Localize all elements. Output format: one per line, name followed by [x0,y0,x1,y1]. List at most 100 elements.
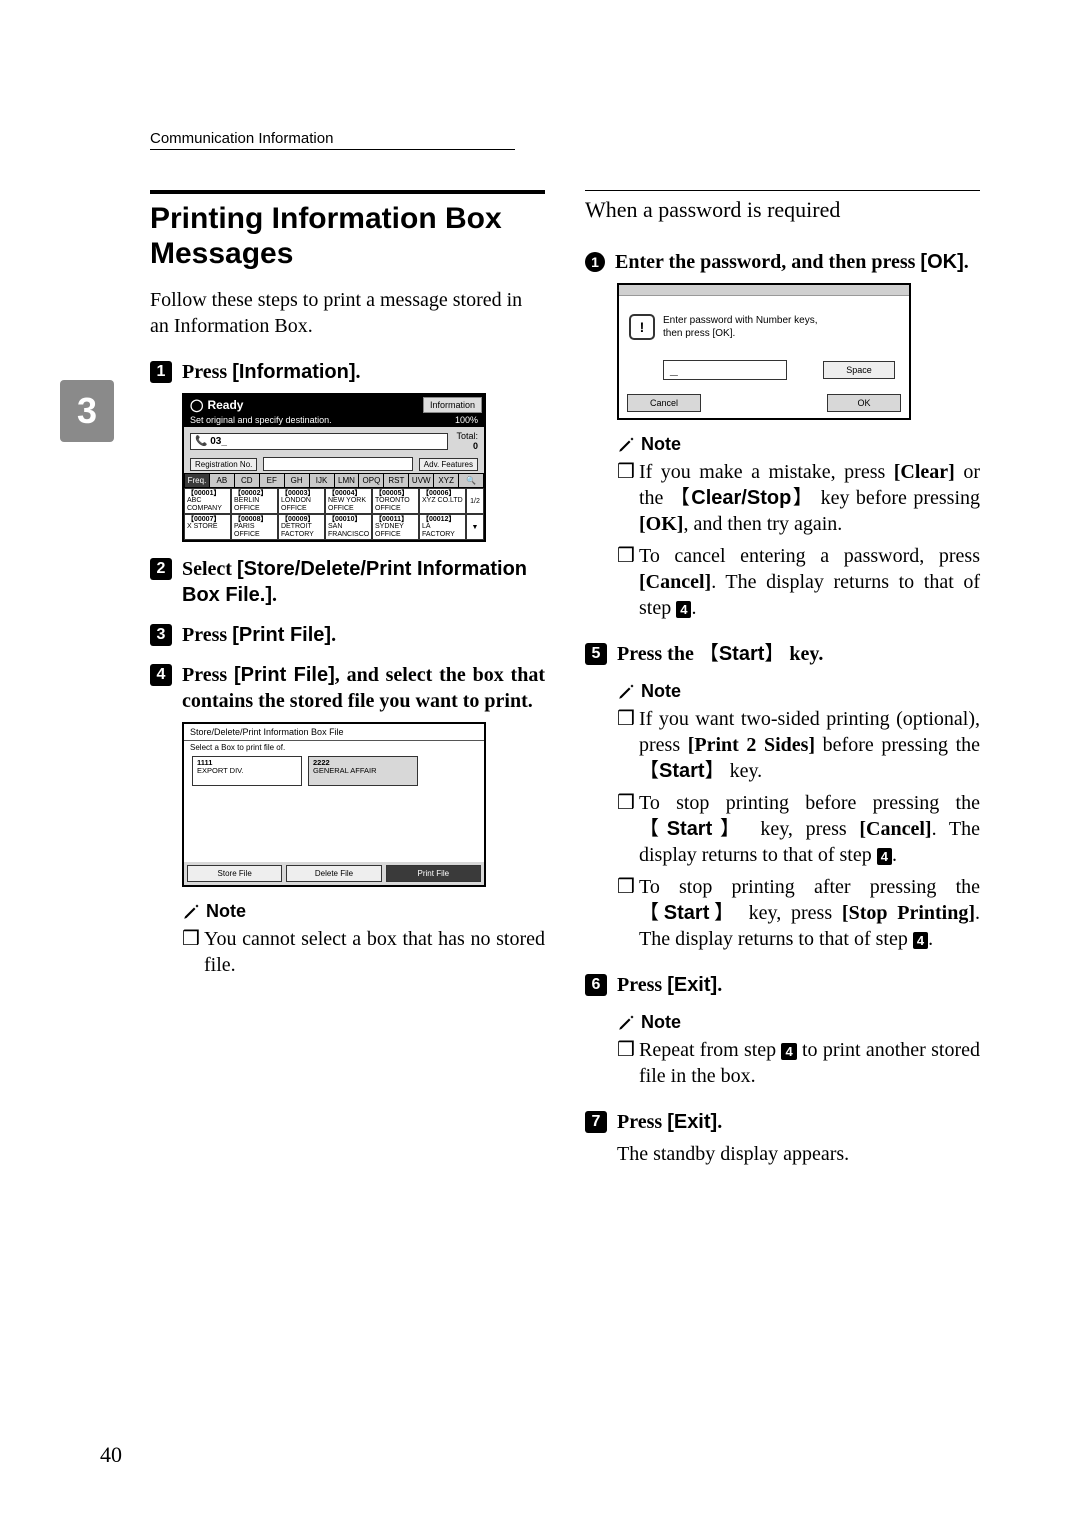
information-button[interactable]: Information [423,397,482,413]
note-label: Note [641,434,681,455]
exit-button-ref: [Exit] [667,974,717,996]
step-text-post: . [356,361,361,383]
step-text-pre: Press [182,624,232,646]
print-2-sides-button-ref: [Print 2 Sides] [688,734,815,756]
t: key before pressing [814,487,980,509]
stop-printing-button-ref: [Stop Printing] [842,902,975,924]
registration-field[interactable] [263,457,412,471]
info-icon: ! [629,314,655,340]
start-key-ref: Start [639,818,748,840]
cancel-button[interactable]: Cancel [627,394,701,412]
box-item-name: EXPORT DIV. [197,766,244,775]
store-file-button[interactable]: Store File [187,865,282,882]
print-file-button-ref: [Print File] [232,624,331,646]
step-number-icon: 5 [585,643,607,665]
step-text-post: . [331,624,336,646]
note-list: You cannot select a box that has no stor… [182,926,545,984]
password-instruction: Enter password with Number keys, then pr… [663,314,818,340]
dest-cell[interactable]: 【00010】SAN FRANCISCO [325,514,372,540]
boxfile-subtitle: Select a Box to print file of. [184,741,484,756]
space-button[interactable]: Space [823,361,895,379]
clear-stop-key-ref: Clear/Stop [670,487,814,509]
chapter-tab: 3 [60,380,114,442]
adv-features-button[interactable]: Adv. Features [419,458,478,471]
step-ref-icon: 4 [676,601,691,618]
step-text-post: key. [784,643,823,665]
step-5: 5 Press the Start key. [585,641,980,667]
note-heading: Note [182,901,545,922]
registration-number-button[interactable]: Registration No. [190,458,257,471]
box-item[interactable]: 2222 GENERAL AFFAIR [308,756,418,786]
search-icon[interactable]: 🔍 [459,474,483,487]
start-key-ref: Start [639,760,725,782]
step-ref-icon: 4 [877,848,892,865]
tab-cd[interactable]: CD [235,474,259,487]
tab-uvw[interactable]: UVW [409,474,433,487]
ready-subtitle: Set original and specify destination. [190,415,332,425]
total-label: Total: 0 [456,431,478,451]
dest-cell[interactable]: 【00011】SYDNEY OFFICE [372,514,419,540]
dest-cell[interactable]: 【00008】PARIS OFFICE [231,514,278,540]
step-text-pre: Press [617,1111,667,1133]
dest-cell[interactable]: 【00003】LONDON OFFICE [278,488,325,514]
step-number-icon: 3 [150,624,172,646]
tab-ijk[interactable]: IJK [310,474,334,487]
note-item: To stop printing before pressing the Sta… [617,790,980,868]
subsection-title: When a password is required [585,190,980,223]
screenshot-boxfile: Store/Delete/Print Information Box File … [182,722,486,887]
tab-ef[interactable]: EF [260,474,284,487]
note-heading: Note [617,681,980,702]
password-input[interactable]: _ [663,360,787,380]
start-key-ref: Start [699,643,785,665]
tab-opq[interactable]: OPQ [359,474,383,487]
alpha-tabs: Freq. AB CD EF GH IJK LMN OPQ RST UVW XY… [184,473,484,488]
note-label: Note [206,901,246,922]
screenshot-ready: ◯ Ready Information Set original and spe… [182,393,486,542]
ready-title-text: Ready [207,398,243,412]
dest-cell[interactable]: 【00007】X STORE [184,514,231,540]
tab-freq[interactable]: Freq. [185,474,209,487]
t: key. [725,760,763,782]
password-msg-line1: Enter password with Number keys, [663,315,818,326]
box-item-name: GENERAL AFFAIR [313,766,377,775]
tab-xyz[interactable]: XYZ [434,474,458,487]
dial-number-field[interactable]: 📞 03_ [190,433,448,450]
dest-cell[interactable]: 【00002】BERLIN OFFICE [231,488,278,514]
tab-rst[interactable]: RST [384,474,408,487]
step-7-text: Press [Exit]. [617,1109,722,1135]
dest-cell[interactable]: 【00006】XYZ CO.LTD [419,488,466,514]
ok-button-ref: [OK] [920,251,963,273]
note-item: Repeat from step 4 to print another stor… [617,1037,980,1089]
dest-cell[interactable]: 【00005】TORONTO OFFICE [372,488,419,514]
dest-cell[interactable]: 【00009】DETROIT FACTORY [278,514,325,540]
information-button-ref: [Information] [232,361,355,383]
step-2: 2 Select [Store/Delete/Print Information… [150,556,545,608]
step-ref-icon: 4 [913,932,928,949]
note-label: Note [641,681,681,702]
dest-cell[interactable]: 【00012】LA FACTORY [419,514,466,540]
step-1-text: Press [Information]. [182,359,361,385]
page-indicator: 1/2 [466,488,484,514]
scroll-down-icon[interactable]: ▼ [466,514,484,540]
tab-gh[interactable]: GH [285,474,309,487]
print-file-button[interactable]: Print File [386,865,481,882]
delete-file-button[interactable]: Delete File [286,865,381,882]
ok-button[interactable]: OK [827,394,901,412]
box-item[interactable]: 1111 EXPORT DIV. [192,756,302,786]
tab-lmn[interactable]: LMN [335,474,359,487]
clear-button-ref: [Clear] [894,461,955,483]
ready-zoom: 100% [455,415,478,425]
dest-cell[interactable]: 【00001】ABC COMPANY [184,488,231,514]
t: . [892,844,897,866]
step-ref-icon: 4 [781,1043,796,1060]
password-msg-line2: then press [OK]. [663,328,735,339]
step-2-text: Select [Store/Delete/Print Information B… [182,556,545,608]
dest-cell[interactable]: 【00004】NEW YORK OFFICE [325,488,372,514]
tab-ab[interactable]: AB [210,474,234,487]
step-1: 1 Press [Information]. [150,359,545,385]
cancel-button-ref: [Cancel] [859,818,931,840]
step-text-pre: Press [182,361,232,383]
print-file-button-ref: [Print File] [234,664,335,686]
note-item: You cannot select a box that has no stor… [182,926,545,978]
step-text-post: . [717,974,722,996]
